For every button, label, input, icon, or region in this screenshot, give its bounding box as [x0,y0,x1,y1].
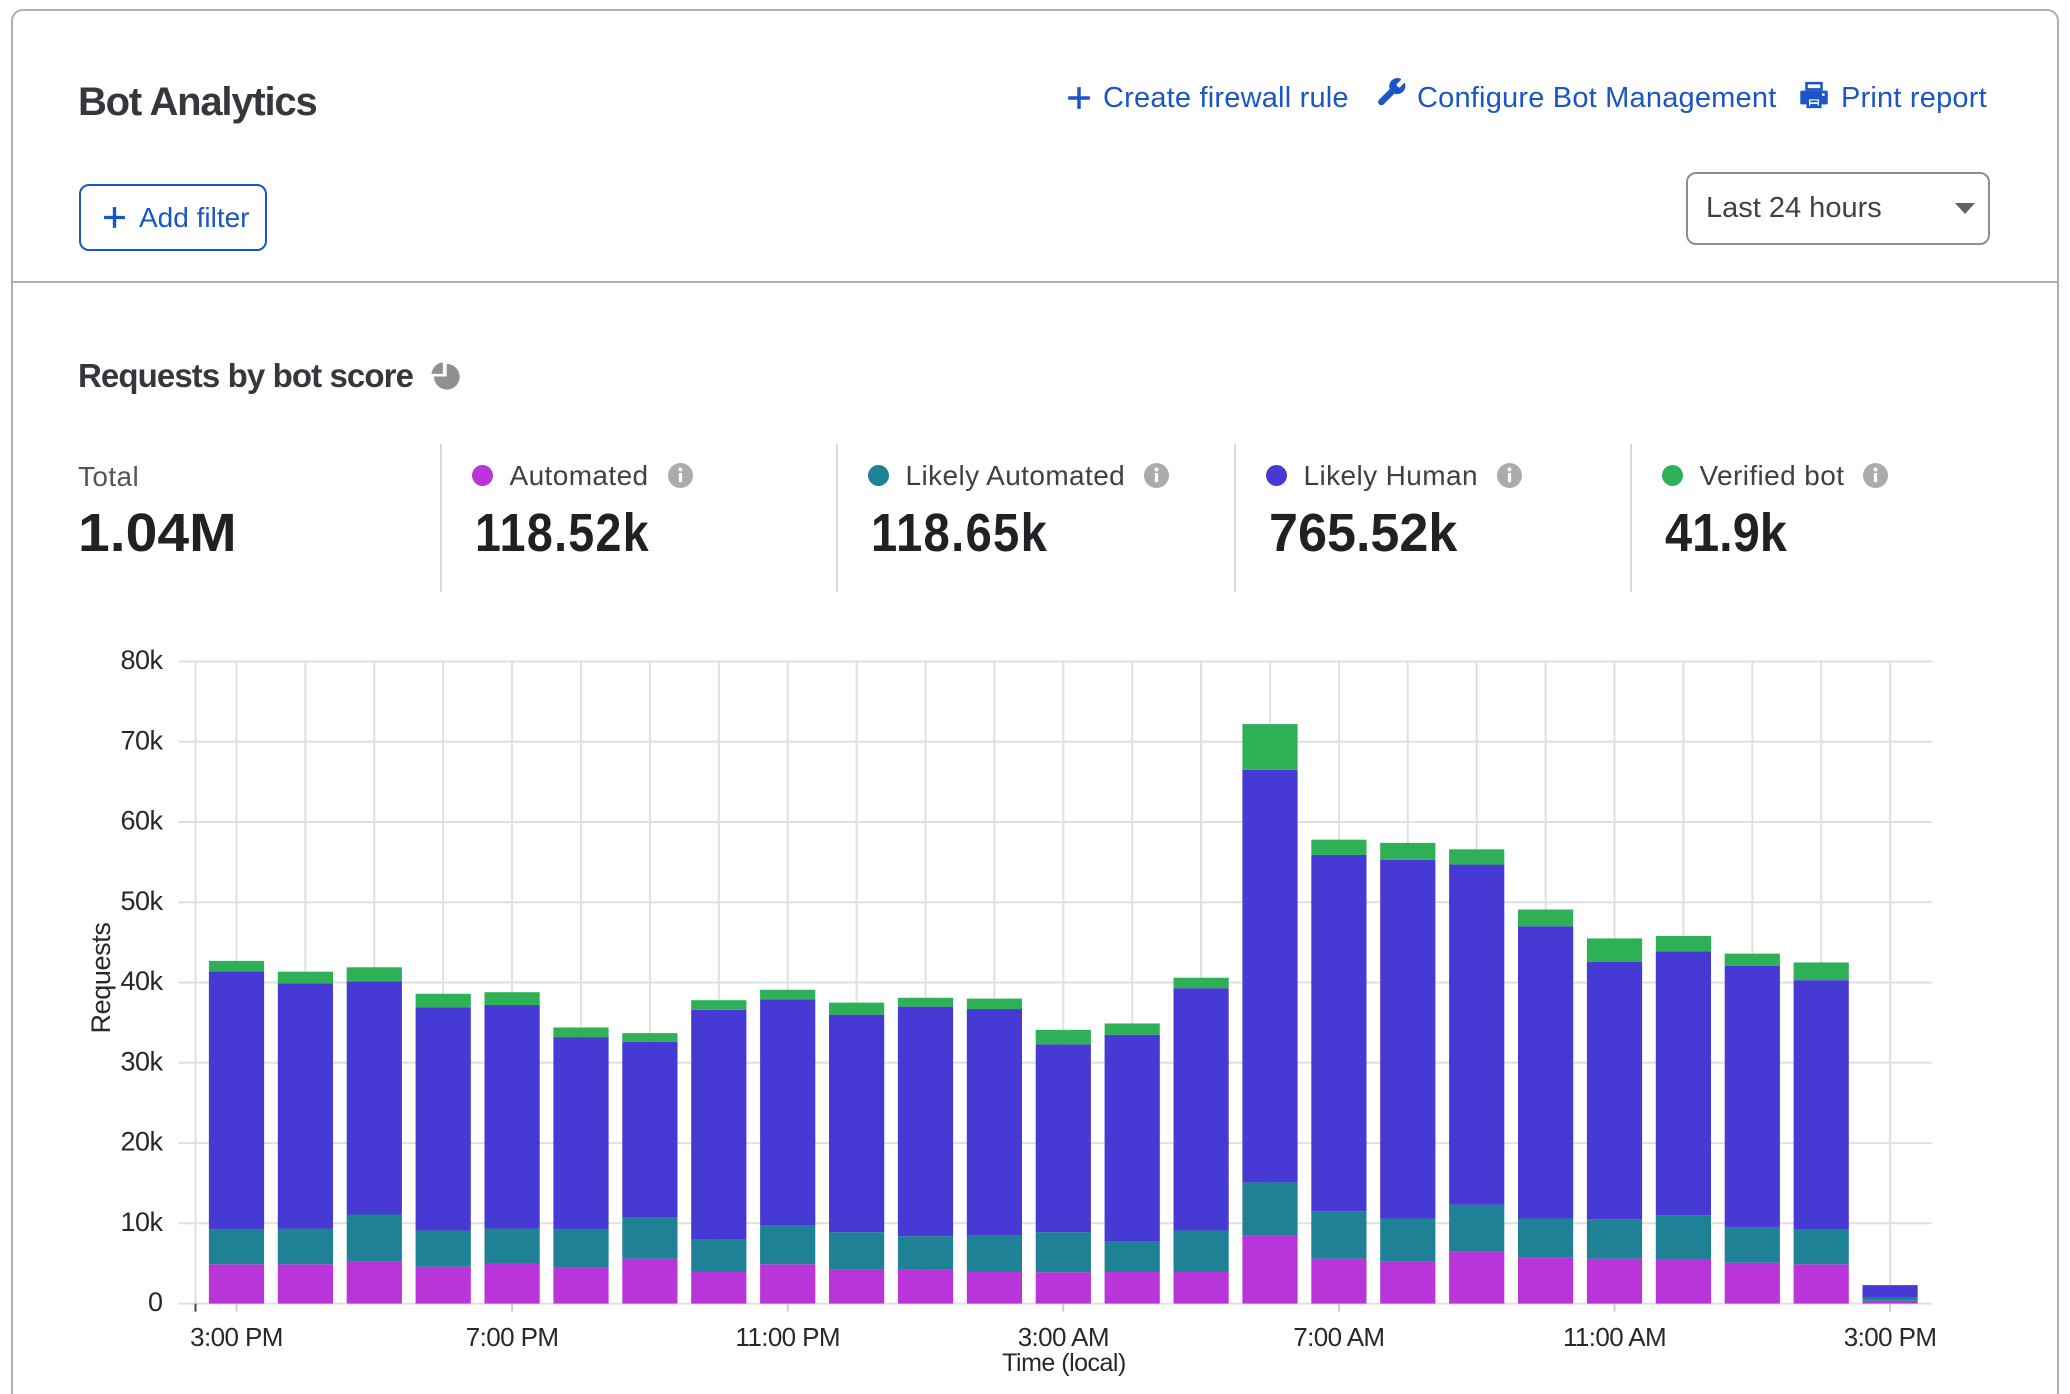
svg-text:11:00 AM: 11:00 AM [1563,1322,1666,1352]
svg-text:Requests: Requests [86,923,116,1034]
svg-text:60k: 60k [120,806,163,836]
svg-text:3:00 AM: 3:00 AM [1018,1322,1109,1352]
svg-text:Time (local): Time (local) [1002,1349,1126,1377]
svg-text:7:00 AM: 7:00 AM [1293,1322,1384,1352]
svg-text:3:00 PM: 3:00 PM [190,1322,283,1352]
svg-text:7:00 PM: 7:00 PM [466,1322,559,1352]
svg-text:10k: 10k [120,1207,163,1237]
svg-text:11:00 PM: 11:00 PM [735,1322,840,1352]
svg-text:40k: 40k [120,966,163,996]
svg-text:80k: 80k [120,645,163,675]
svg-text:20k: 20k [120,1127,163,1157]
svg-text:0: 0 [148,1287,163,1317]
svg-text:3:00 PM: 3:00 PM [1844,1322,1937,1352]
svg-text:30k: 30k [120,1046,163,1076]
svg-text:70k: 70k [120,725,163,755]
svg-text:50k: 50k [120,886,163,916]
